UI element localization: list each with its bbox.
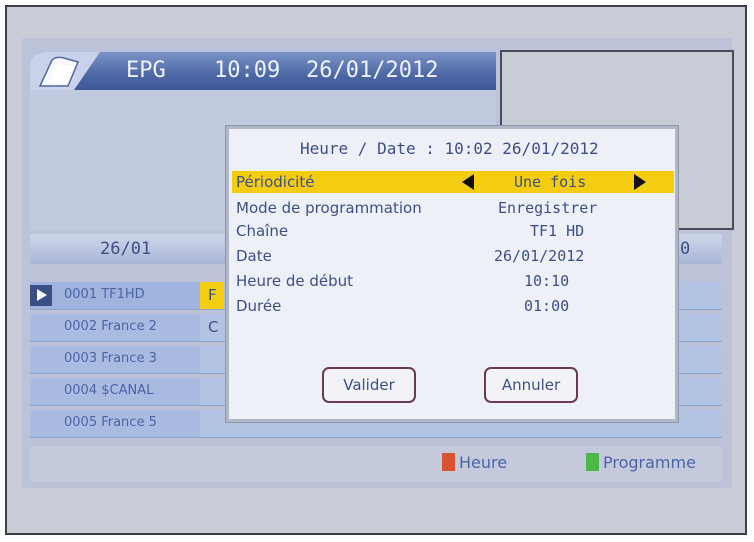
channel-row[interactable]: 0001 TF1HD — [30, 282, 200, 310]
channel-name: 0005 France 5 — [64, 415, 157, 430]
program-title: F — [208, 286, 217, 304]
legend-heure[interactable]: Heure — [442, 451, 507, 473]
channel-name: 0003 France 3 — [64, 351, 157, 366]
field-value: 01:00 — [524, 297, 570, 315]
duree-row[interactable]: Durée 01:00 — [232, 295, 674, 317]
field-value: Une fois — [514, 173, 587, 191]
field-label: Heure de début — [236, 272, 354, 290]
red-key-icon — [442, 453, 455, 471]
channel-name: 0002 France 2 — [64, 319, 157, 334]
program-title: C — [208, 318, 219, 336]
mode-row[interactable]: Mode de programmation Enregistrer — [232, 197, 674, 219]
field-value: 26/01/2012 — [494, 247, 585, 265]
field-label: Chaîne — [236, 222, 289, 240]
field-value: 10:10 — [524, 272, 570, 290]
folder-icon — [30, 52, 100, 90]
arrow-right-icon[interactable] — [634, 174, 646, 190]
header-date: 26/01/2012 — [306, 58, 439, 83]
header-section: EPG — [126, 58, 166, 83]
field-label: Périodicité — [236, 173, 315, 191]
legend-programme[interactable]: Programme — [586, 451, 696, 473]
channel-row[interactable]: 0005 France 5 — [30, 410, 200, 438]
play-arrow-icon — [30, 285, 52, 306]
field-label: Mode de programmation — [236, 199, 422, 217]
channel-row[interactable]: 0003 France 3 — [30, 346, 200, 374]
channel-list: 0001 TF1HD 0002 France 2 0003 France 3 0… — [30, 282, 200, 442]
channel-name: 0004 $CANAL — [64, 383, 154, 398]
channel-row[interactable]: 0004 $CANAL — [30, 378, 200, 406]
periodicite-row[interactable]: Périodicité Une fois — [232, 171, 674, 193]
field-value: TF1 HD — [530, 222, 585, 240]
day-label: 26/01 — [100, 239, 152, 259]
dialog-title: Heure / Date : 10:02 26/01/2012 — [300, 139, 599, 158]
field-label: Date — [236, 247, 272, 265]
valider-button[interactable]: Valider — [322, 367, 416, 403]
legend-programme-label: Programme — [603, 452, 696, 472]
field-value: Enregistrer — [498, 199, 598, 217]
chaine-row[interactable]: Chaîne TF1 HD — [232, 220, 674, 242]
heure-debut-row[interactable]: Heure de début 10:10 — [232, 270, 674, 292]
timeline-right-label: 0 — [680, 239, 691, 259]
field-label: Durée — [236, 297, 282, 315]
green-key-icon — [586, 453, 599, 471]
header-time: 10:09 — [214, 58, 281, 83]
annuler-button[interactable]: Annuler — [484, 367, 578, 403]
date-row[interactable]: Date 26/01/2012 — [232, 245, 674, 267]
arrow-left-icon[interactable] — [462, 174, 474, 190]
channel-name: 0001 TF1HD — [64, 287, 145, 302]
channel-row[interactable]: 0002 France 2 — [30, 314, 200, 342]
legend-heure-label: Heure — [459, 452, 508, 472]
